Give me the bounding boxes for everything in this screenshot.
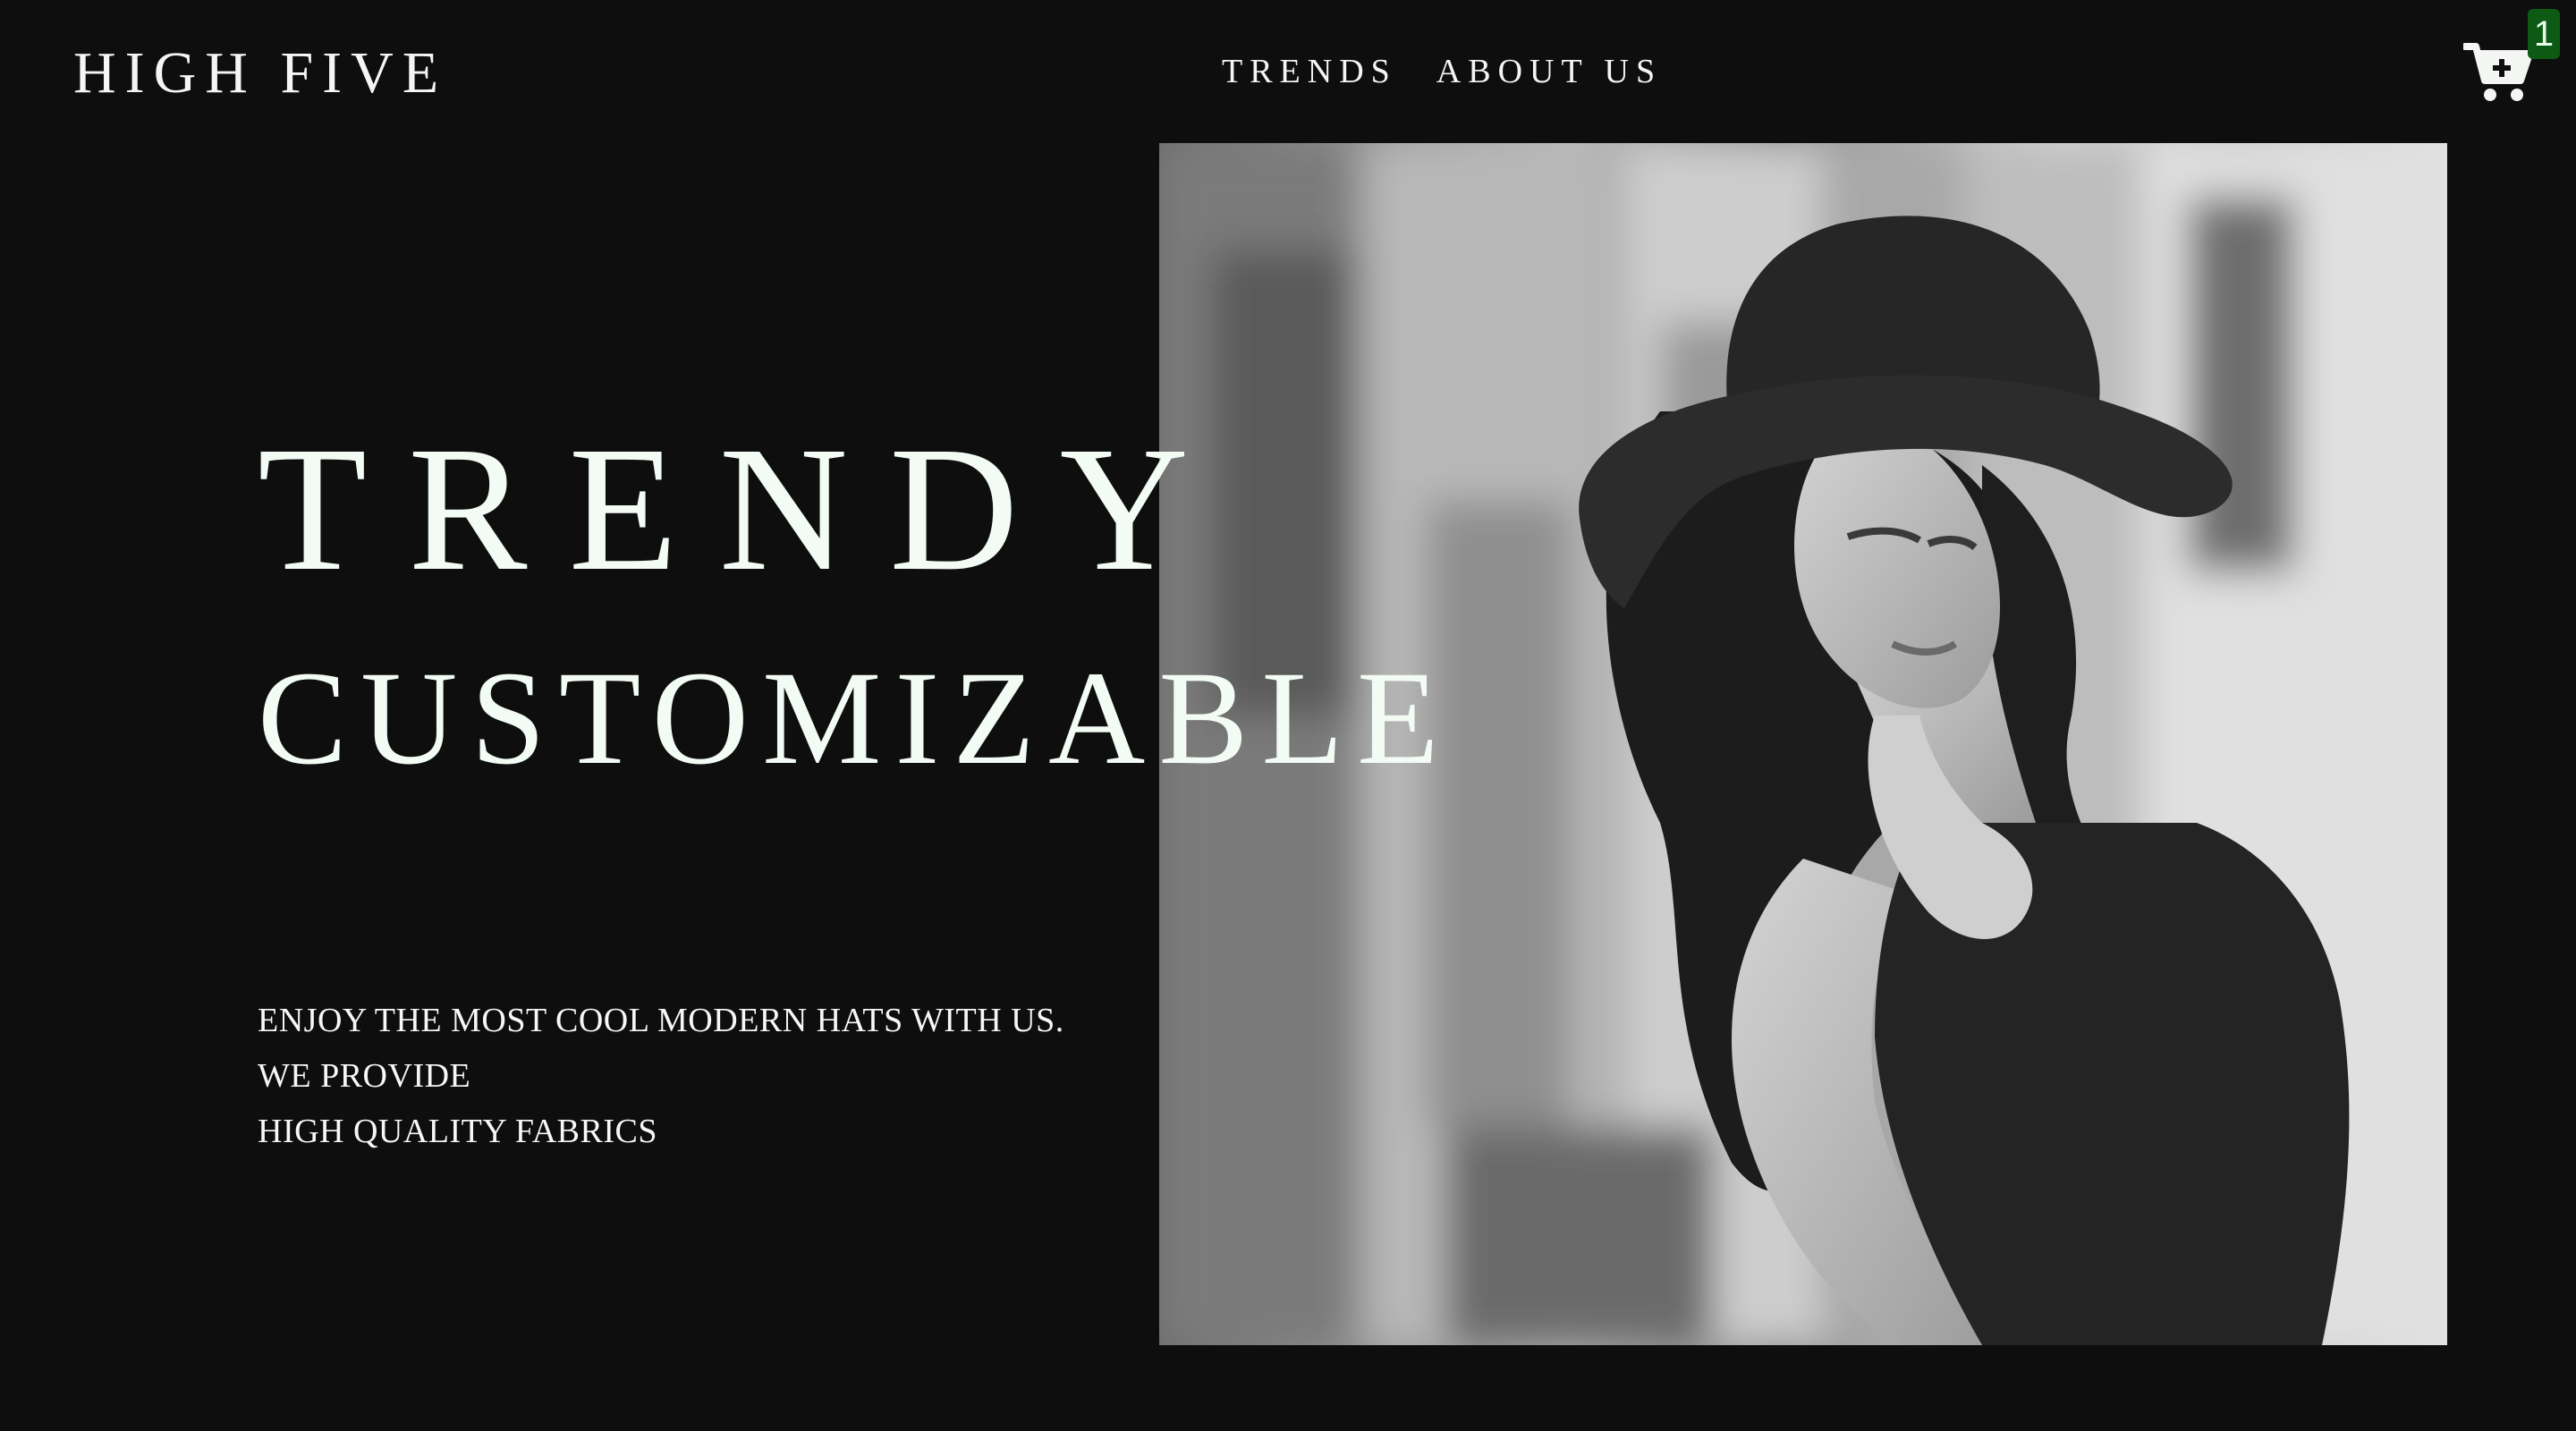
tagline-line: HIGH QUALITY FABRICS xyxy=(258,1113,657,1150)
cart-plus-icon xyxy=(2463,43,2533,101)
brand-logo[interactable]: HIGH FIVE xyxy=(73,39,447,107)
hero-title: TRENDY xyxy=(258,411,1231,608)
nav-trends[interactable]: TRENDS xyxy=(1222,52,1397,91)
hero-subtitle: CUSTOMIZABLE xyxy=(258,644,1453,792)
tagline-line: ENJOY THE MOST COOL MODERN HATS WITH US. xyxy=(258,1002,1064,1039)
cart-button[interactable]: 1 xyxy=(2463,9,2560,107)
cart-count-badge: 1 xyxy=(2528,9,2560,59)
tagline-line: WE PROVIDE xyxy=(258,1057,471,1095)
nav-about-us[interactable]: ABOUT US xyxy=(1436,52,1662,91)
main-nav: TRENDS ABOUT US xyxy=(1222,52,1662,91)
landing-page: HIGH FIVE TRENDS ABOUT US 1 TRENDY CUSTO… xyxy=(0,0,2576,1431)
hero-tagline: ENJOY THE MOST COOL MODERN HATS WITH US.… xyxy=(258,993,1064,1159)
